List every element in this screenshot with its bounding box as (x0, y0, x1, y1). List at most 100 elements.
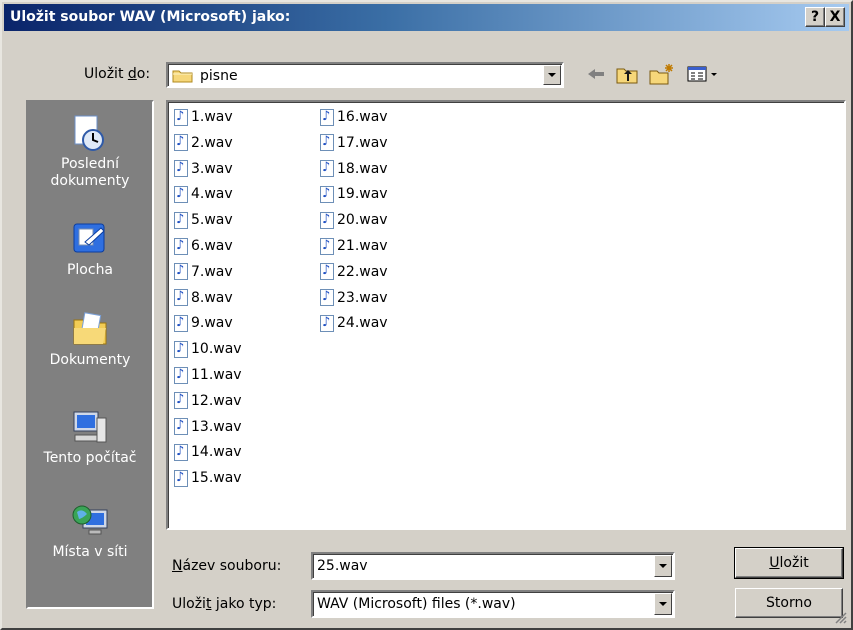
file-item[interactable]: 3.wav (174, 158, 233, 180)
file-item[interactable]: 15.wav (174, 467, 242, 489)
up-folder-icon (616, 68, 638, 84)
wav-file-icon (320, 108, 334, 126)
file-name: 7.wav (191, 263, 233, 280)
wav-file-icon (174, 392, 188, 410)
file-item[interactable]: 13.wav (174, 416, 242, 438)
view-menu-icon (687, 66, 717, 82)
file-item[interactable]: 11.wav (174, 364, 242, 386)
save-as-dialog: Uložit soubor WAV (Microsoft) jako: ? X … (0, 0, 853, 630)
file-name: 11.wav (191, 367, 242, 383)
file-item[interactable]: 23.wav (320, 287, 388, 309)
cancel-button[interactable]: Storno (735, 588, 843, 618)
file-item[interactable]: 7.wav (174, 261, 233, 283)
file-item[interactable]: 6.wav (174, 235, 233, 257)
chevron-down-icon (548, 73, 556, 77)
file-name: 15.wav (191, 470, 242, 487)
place-my-documents[interactable]: Dokumenty (28, 310, 152, 368)
wav-file-icon (320, 314, 334, 332)
filetype-select[interactable]: WAV (Microsoft) files (*.wav) (311, 590, 675, 618)
file-item[interactable]: 12.wav (174, 390, 242, 412)
place-label: Tento počítač (43, 450, 137, 466)
file-name: 9.wav (191, 315, 233, 332)
file-name: 23.wav (337, 289, 388, 306)
wav-file-icon (320, 289, 334, 307)
help-button[interactable]: ? (805, 7, 825, 27)
wav-file-icon (174, 340, 188, 358)
wav-file-icon (320, 211, 334, 229)
file-item[interactable]: 18.wav (320, 158, 388, 180)
wav-file-icon (174, 418, 188, 436)
filename-input[interactable]: 25.wav (311, 552, 675, 580)
place-desktop[interactable]: Plocha (28, 220, 152, 278)
filetype-dropdown-button[interactable] (654, 593, 672, 615)
save-in-dropdown-button[interactable] (543, 65, 561, 85)
place-recent-documents[interactable]: Poslední dokumenty (28, 114, 152, 190)
file-name: 13.wav (191, 418, 242, 435)
wav-file-icon (174, 289, 188, 307)
wav-file-icon (174, 469, 188, 487)
file-name: 17.wav (337, 134, 388, 151)
filename-dropdown-button[interactable] (654, 555, 672, 577)
wav-file-icon (320, 160, 334, 178)
window-title: Uložit soubor WAV (Microsoft) jako: (10, 9, 291, 25)
file-list[interactable]: 1.wav 2.wav 3.wav 4.wav 5.wav 6.wav 7.wav 8.wav… (166, 100, 846, 530)
wav-file-icon (174, 443, 188, 461)
recent-documents-icon (71, 114, 109, 152)
view-menu-button[interactable] (684, 62, 724, 86)
save-in-label: Uložit do: (84, 66, 151, 82)
file-name: 12.wav (191, 392, 242, 409)
file-item[interactable]: 8.wav (174, 287, 233, 309)
resize-grip-icon[interactable] (833, 610, 847, 624)
file-name: 16.wav (337, 109, 388, 125)
places-bar: Poslední dokumenty Plocha Dokumenty Tent… (26, 100, 154, 609)
file-name: 1.wav (191, 109, 233, 125)
file-name: 6.wav (191, 238, 233, 254)
filetype-value: WAV (Microsoft) files (*.wav) (317, 596, 516, 612)
file-name: 3.wav (191, 160, 233, 177)
file-item[interactable]: 24.wav (320, 312, 388, 334)
wav-file-icon (320, 134, 334, 152)
place-my-computer[interactable]: Tento počítač (28, 408, 152, 466)
close-button[interactable]: X (825, 7, 845, 27)
new-folder-button[interactable] (647, 62, 677, 86)
file-item[interactable]: 9.wav (174, 312, 233, 334)
file-item[interactable]: 5.wav (174, 209, 233, 231)
file-item[interactable]: 17.wav (320, 132, 388, 154)
save-in-value: pisne (200, 68, 238, 84)
file-item[interactable]: 4.wav (174, 183, 233, 205)
wav-file-icon (174, 108, 188, 126)
wav-file-icon (320, 263, 334, 281)
place-label: Poslední dokumenty (50, 156, 130, 189)
save-button[interactable]: Uložit (734, 547, 844, 579)
place-network[interactable]: Místa v síti (28, 502, 152, 560)
file-item[interactable]: 2.wav (174, 132, 233, 154)
file-item[interactable]: 19.wav (320, 183, 388, 205)
file-item[interactable]: 21.wav (320, 235, 388, 257)
wav-file-icon (174, 366, 188, 384)
file-item[interactable]: 1.wav (174, 106, 233, 128)
title-bar[interactable]: Uložit soubor WAV (Microsoft) jako: ? X (4, 4, 849, 31)
new-folder-icon (649, 64, 673, 85)
wav-file-icon (174, 263, 188, 281)
file-name: 2.wav (191, 134, 233, 151)
up-folder-button[interactable] (614, 62, 640, 86)
back-arrow-icon (588, 69, 604, 79)
file-name: 20.wav (337, 212, 388, 229)
file-item[interactable]: 20.wav (320, 209, 388, 231)
file-item[interactable]: 14.wav (174, 441, 242, 463)
wav-file-icon (174, 185, 188, 203)
save-in-combo[interactable]: pisne (166, 62, 564, 88)
file-item[interactable]: 10.wav (174, 338, 242, 360)
my-documents-icon (71, 310, 109, 348)
back-button[interactable] (583, 62, 609, 86)
file-name: 21.wav (337, 238, 388, 254)
folder-icon (172, 68, 194, 83)
wav-file-icon (174, 160, 188, 178)
network-places-icon (71, 502, 109, 540)
file-name: 19.wav (337, 186, 388, 203)
file-item[interactable]: 22.wav (320, 261, 388, 283)
file-item[interactable]: 16.wav (320, 106, 388, 128)
file-name: 8.wav (191, 289, 233, 306)
place-label: Místa v síti (52, 544, 128, 560)
file-name: 14.wav (191, 444, 242, 461)
